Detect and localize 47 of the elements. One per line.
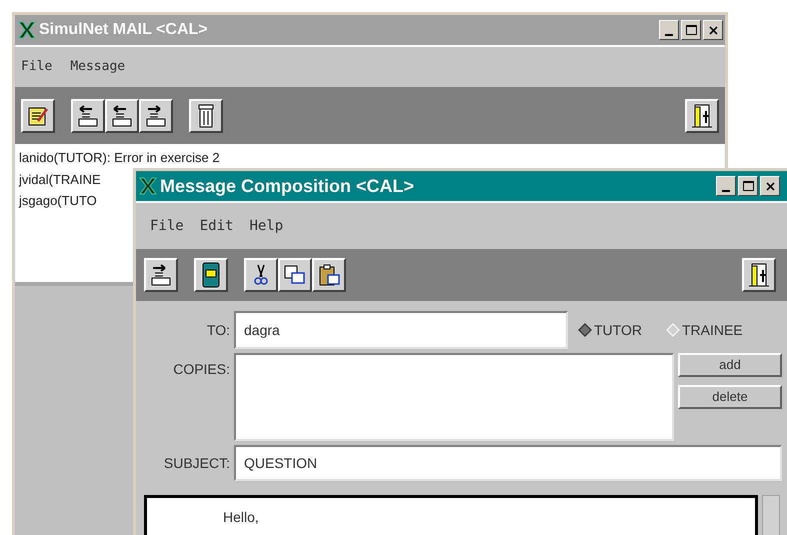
copy-icon[interactable] [278,258,312,292]
clipboard-icon[interactable] [312,258,346,292]
send-icon[interactable] [144,258,178,292]
menu-item[interactable]: Message [70,57,126,77]
forward-icon[interactable] [139,98,173,132]
diamond-radio-icon [578,323,592,337]
diamond-radio-icon [666,323,680,337]
copies-label: COPIES: [172,360,231,379]
subject-label: SUBJECT: [162,454,231,472]
recipient-type-radio[interactable]: TRAINEE [666,320,743,340]
subject-field[interactable]: QUESTION [234,445,782,481]
maximize-button[interactable] [681,20,701,40]
inbox-entry[interactable]: jsgago(TUTO [19,191,97,210]
maximize-button[interactable] [738,176,758,196]
menu-item[interactable]: File [150,216,184,236]
vertical-scrollbar[interactable] [762,495,780,535]
compose-icon[interactable] [21,98,55,132]
to-label: TO: [206,320,231,340]
inbox-entry[interactable]: lanido(TUTOR): Error in exercise 2 [19,148,220,168]
copies-action-button[interactable]: delete [678,385,782,409]
recipient-type-radio[interactable]: TUTOR [578,320,642,340]
message-body-field[interactable]: Hello, [144,495,758,535]
copies-action-button[interactable]: add [678,353,782,377]
close-icon [708,26,718,34]
trash-can-icon[interactable] [189,98,223,132]
x-logo-icon [138,177,158,195]
window-title: SimulNet MAIL <CAL> [39,20,209,40]
reply-icon[interactable] [71,98,105,132]
close-icon [766,182,774,190]
menu-item[interactable]: Edit [200,216,234,236]
close-button[interactable] [703,20,723,40]
x-logo-icon [17,21,37,39]
exit-door-icon[interactable] [685,98,719,132]
minimize-button[interactable] [716,176,736,196]
scissors-icon[interactable] [244,258,278,292]
body-text: Hello, [223,509,259,525]
reply-all-icon[interactable] [105,98,139,132]
close-button[interactable] [760,176,780,196]
window-title: Message Composition <CAL> [160,174,416,198]
minimize-button[interactable] [659,20,679,40]
to-field[interactable]: dagra [234,311,568,349]
address-book-icon[interactable] [194,258,228,292]
copies-field[interactable] [234,353,674,441]
exit-door-icon[interactable] [742,258,776,292]
menu-item[interactable]: File [21,57,52,77]
inbox-entry[interactable]: jvidal(TRAINE [19,170,101,189]
menu-item[interactable]: Help [249,216,284,236]
